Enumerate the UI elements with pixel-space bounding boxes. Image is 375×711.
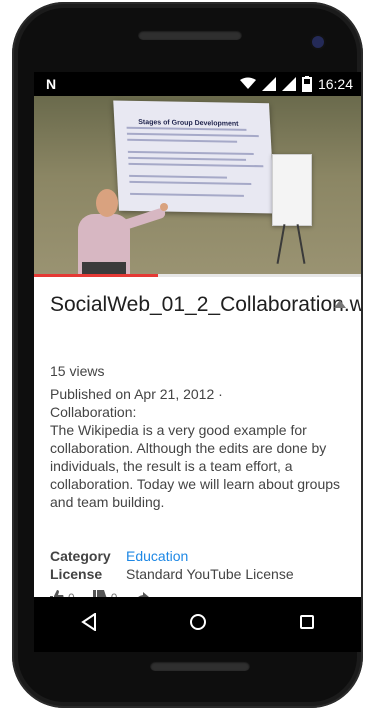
video-player[interactable]: Stages of Group Development	[34, 96, 361, 276]
presenter-head	[96, 189, 118, 217]
wifi-icon	[239, 77, 256, 91]
recents-icon	[299, 614, 315, 635]
navigation-bar	[34, 597, 361, 652]
license-value: Standard YouTube License	[126, 566, 294, 582]
slide-text-line	[130, 192, 244, 197]
phone-screen: N 16:24 Stages of Group Development Soci…	[34, 72, 361, 652]
published-date: Published on Apr 21, 2012 ·	[50, 386, 223, 402]
back-button[interactable]	[67, 603, 111, 647]
home-icon	[189, 613, 207, 636]
projected-slide: Stages of Group Development	[113, 100, 275, 214]
home-button[interactable]	[176, 603, 220, 647]
title-row: SocialWeb_01_2_Collaboration.wmv	[50, 293, 361, 317]
bottom-speaker	[150, 661, 250, 671]
like-button[interactable]: 0	[50, 589, 75, 597]
action-row: 0 0	[50, 589, 150, 597]
meta-label: Category	[50, 548, 111, 564]
video-meta: Category Education License Standard YouT…	[50, 547, 350, 583]
video-details-panel: SocialWeb_01_2_Collaboration.wmv 15 view…	[34, 277, 361, 597]
slide-text-line	[127, 138, 238, 143]
dislike-button[interactable]: 0	[92, 589, 117, 597]
back-icon	[80, 612, 97, 636]
share-icon	[135, 590, 150, 597]
signal-icon	[261, 77, 276, 91]
description-text: The Wikipedia is a very good example for…	[50, 422, 341, 510]
status-time: 16:24	[317, 76, 353, 92]
video-description: Published on Apr 21, 2012 · Collaboratio…	[50, 385, 349, 511]
thumbs-down-icon	[92, 589, 107, 597]
meta-row-license: License Standard YouTube License	[50, 565, 350, 583]
earpiece-speaker	[138, 30, 242, 40]
presenter-hand	[160, 203, 168, 211]
slide-text-line	[128, 162, 264, 168]
slide-text-line	[129, 174, 228, 179]
meta-row-category: Category Education	[50, 547, 350, 565]
recents-button[interactable]	[285, 603, 329, 647]
chevron-up-icon	[334, 295, 346, 313]
share-button[interactable]	[135, 590, 150, 597]
signal-icon	[281, 77, 296, 91]
slide-text-line	[127, 150, 254, 156]
video-title: SocialWeb_01_2_Collaboration.wmv	[50, 293, 361, 316]
status-bar: N 16:24	[34, 72, 361, 96]
status-right: 16:24	[239, 76, 353, 92]
battery-icon	[301, 76, 312, 92]
view-count: 15 views	[50, 363, 105, 379]
front-camera	[312, 36, 324, 48]
category-link[interactable]: Education	[126, 547, 188, 565]
meta-label: License	[50, 566, 103, 582]
slide-text-line	[129, 180, 252, 186]
thumbs-up-icon	[50, 589, 64, 597]
flipchart	[272, 154, 312, 226]
description-heading: Collaboration:	[50, 404, 137, 420]
collapse-details-button[interactable]	[331, 295, 349, 313]
status-left-icon: N	[46, 76, 57, 92]
slide-text-line	[128, 156, 247, 161]
